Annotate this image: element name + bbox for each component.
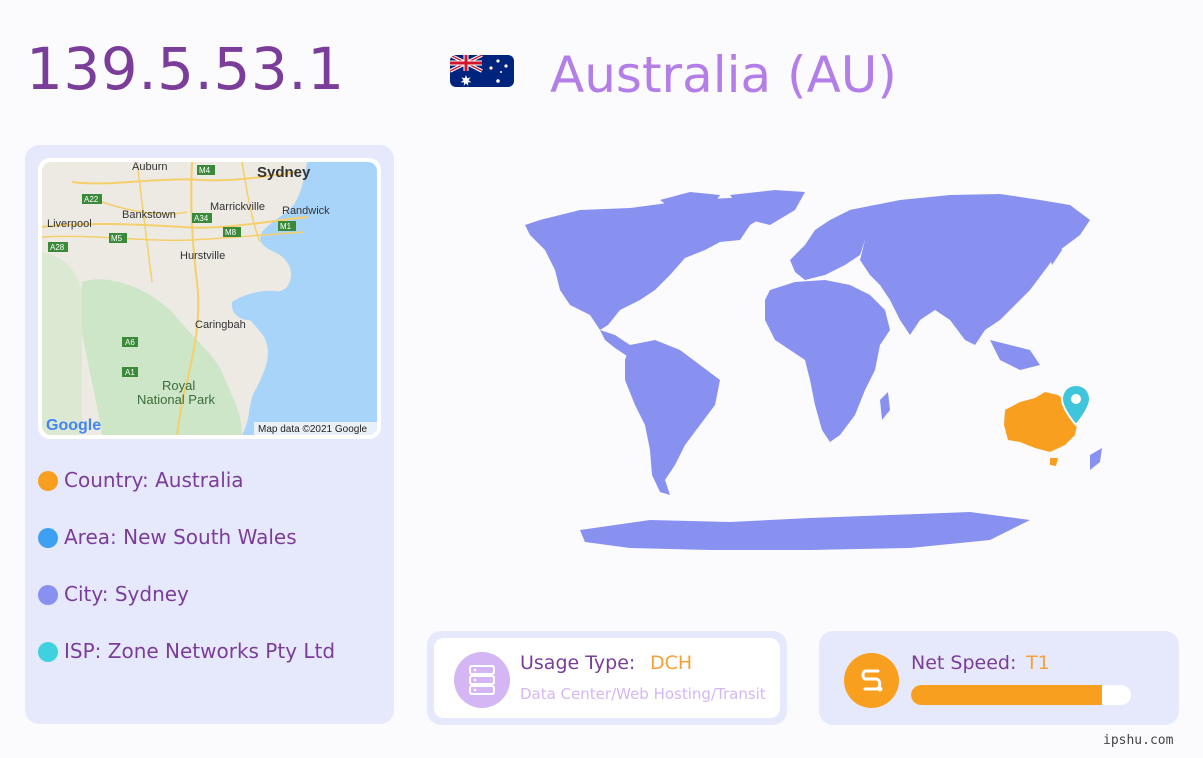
city-info: City: Sydney — [38, 581, 335, 638]
map-label-national-park: National Park — [137, 392, 216, 407]
world-map — [430, 180, 1150, 564]
map-label-m8: M8 — [225, 228, 237, 237]
net-speed-bar-fill — [911, 685, 1103, 705]
location-panel: Auburn M4 Sydney A22 Marrickville Randwi… — [25, 145, 394, 724]
site-watermark: ipshu.com — [1103, 733, 1174, 748]
map-label-marrickville: Marrickville — [210, 201, 265, 213]
map-label-a22: A22 — [84, 195, 99, 204]
australia-flag-icon — [450, 55, 514, 87]
map-label-a6: A6 — [125, 338, 135, 347]
south-america-shape — [625, 340, 720, 495]
map-label-m4: M4 — [199, 166, 211, 175]
speed-icon — [844, 653, 899, 708]
location-info-list: Country: Australia Area: New South Wales… — [38, 467, 335, 695]
map-label-a34: A34 — [194, 214, 209, 223]
net-speed-bar — [911, 685, 1131, 705]
usage-type-label: Usage Type: — [520, 652, 636, 674]
isp-info: ISP: Zone Networks Pty Ltd — [38, 638, 335, 695]
north-america-shape — [525, 192, 775, 330]
map-label-liverpool: Liverpool — [47, 218, 92, 230]
usage-type-card: Usage Type: DCH Data Center/Web Hosting/… — [427, 631, 787, 725]
server-icon — [454, 652, 510, 708]
usage-type-description: Data Center/Web Hosting/Transit — [520, 685, 766, 703]
map-label-a28: A28 — [50, 243, 65, 252]
area-dot-icon — [38, 528, 58, 548]
map-label-bankstown: Bankstown — [122, 209, 176, 221]
usage-type-value: DCH — [650, 652, 693, 674]
map-label-hurstville: Hurstville — [180, 250, 225, 262]
map-label-royal: Royal — [162, 378, 195, 393]
net-speed-label: Net Speed: — [911, 652, 1017, 674]
africa-shape — [765, 280, 890, 442]
map-label-caringbah: Caringbah — [195, 319, 246, 331]
map-label-randwick: Randwick — [282, 205, 330, 217]
country-dot-icon — [38, 471, 58, 491]
map-label-m1: M1 — [280, 222, 292, 231]
antarctica-shape — [580, 512, 1030, 550]
city-dot-icon — [38, 585, 58, 605]
country-info: Country: Australia — [38, 467, 335, 524]
map-label-a1: A1 — [125, 368, 135, 377]
net-speed-card: Net Speed: T1 — [819, 631, 1179, 725]
map-attribution: Map data ©2021 Google — [258, 424, 368, 435]
sydney-map[interactable]: Auburn M4 Sydney A22 Marrickville Randwi… — [38, 158, 381, 439]
map-label-m5: M5 — [111, 234, 123, 243]
ip-address-title: 139.5.53.1 — [26, 35, 345, 103]
area-info: Area: New South Wales — [38, 524, 335, 581]
map-label-auburn: Auburn — [132, 162, 167, 173]
google-logo: Google — [46, 417, 101, 434]
net-speed-value: T1 — [1026, 652, 1050, 674]
map-label-sydney: Sydney — [257, 164, 311, 181]
isp-dot-icon — [38, 642, 58, 662]
country-title: Australia (AU) — [550, 46, 897, 104]
